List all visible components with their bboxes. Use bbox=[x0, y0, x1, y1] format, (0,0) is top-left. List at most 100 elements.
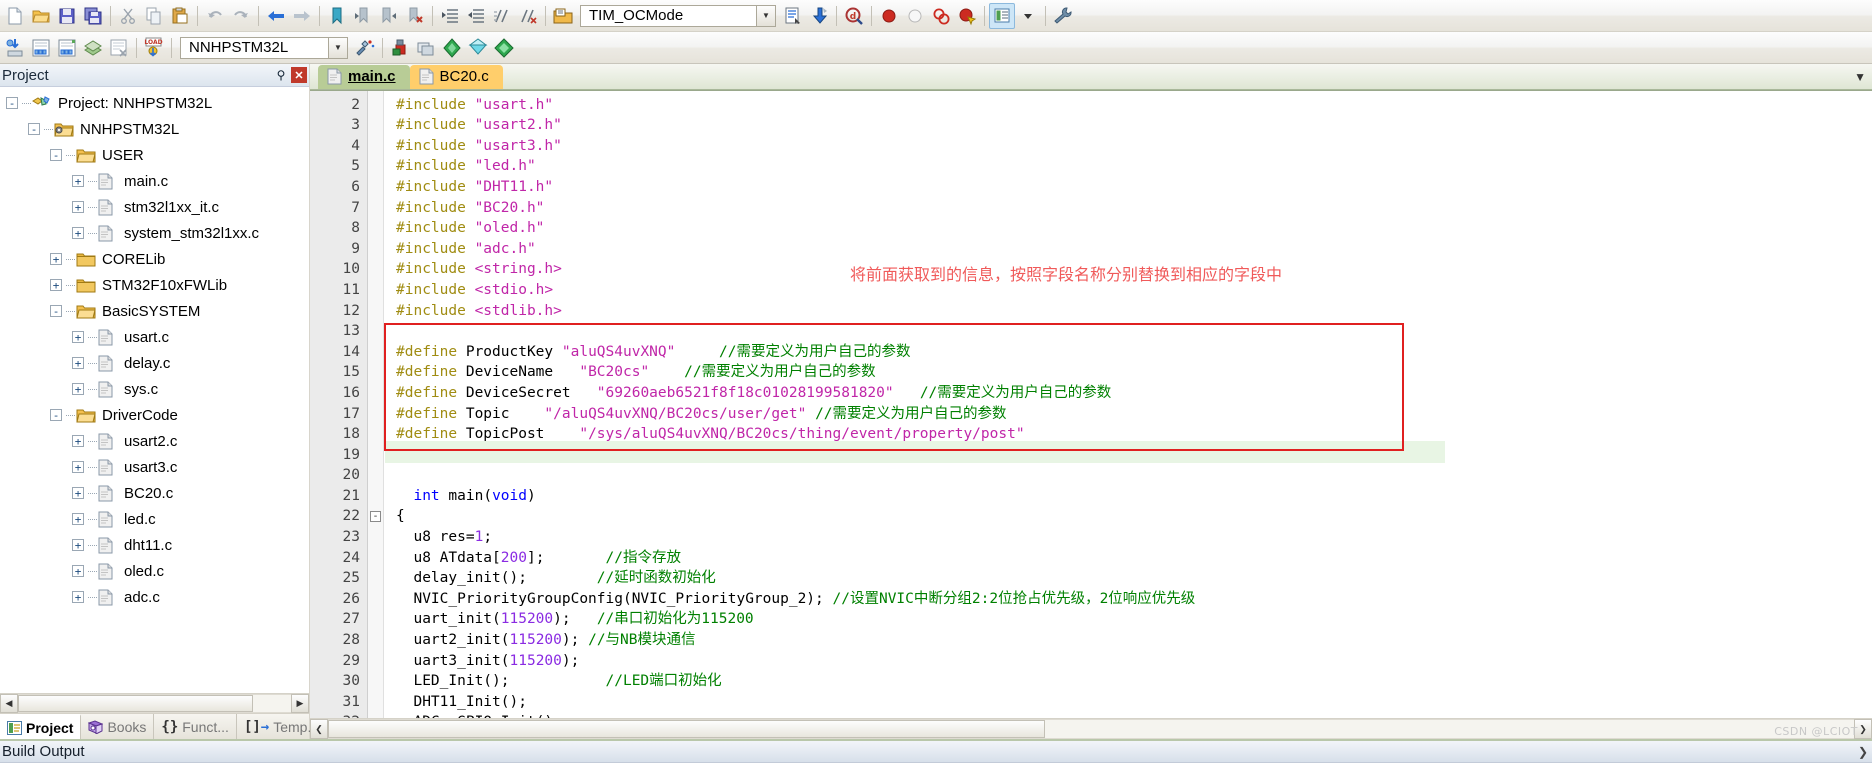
code-text-area[interactable]: #include "usart.h" #include "usart2.h" #in… bbox=[384, 91, 1872, 719]
code-line[interactable]: #include "led.h" bbox=[384, 156, 1872, 177]
scroll-thumb[interactable] bbox=[328, 720, 1046, 738]
code-line[interactable]: NVIC_PriorityGroupConfig(NVIC_PriorityGr… bbox=[384, 589, 1872, 610]
code-line[interactable]: #define Topic "/aluQS4uvXNQ/BC20cs/user/… bbox=[384, 404, 1872, 425]
project-diamond-icon[interactable] bbox=[491, 35, 517, 61]
uncomment-icon[interactable] bbox=[515, 3, 541, 29]
project-tab-funct[interactable]: {} Funct... bbox=[154, 714, 237, 739]
scroll-left-arrow-icon[interactable]: ◀ bbox=[0, 694, 18, 713]
project-tab-books[interactable]: Books bbox=[81, 714, 155, 739]
tree-item-sys-c[interactable]: + sys.c bbox=[0, 376, 309, 402]
layout-dropdown-arrow-icon[interactable] bbox=[1015, 3, 1041, 29]
navigate-back-icon[interactable] bbox=[263, 3, 289, 29]
bookmark-clear-icon[interactable] bbox=[402, 3, 428, 29]
tree-item-drivercode[interactable]: - DriverCode bbox=[0, 402, 309, 428]
code-line[interactable]: uart_init(115200); //串口初始化为115200 bbox=[384, 609, 1872, 630]
expand-toggle-icon[interactable]: + bbox=[72, 487, 84, 499]
indent-decrease-icon[interactable] bbox=[463, 3, 489, 29]
manage-project-items-icon[interactable] bbox=[387, 35, 413, 61]
expand-toggle-icon[interactable]: + bbox=[72, 539, 84, 551]
tree-item-system-stm32l1xx-c[interactable]: + system_stm32l1xx.c bbox=[0, 220, 309, 246]
editor-tab-bc20-c[interactable]: BC20.c bbox=[409, 64, 503, 89]
project-pane-tabs[interactable]: Project Books{} Funct... []→ Temp... bbox=[0, 713, 328, 739]
download-icon[interactable] bbox=[806, 3, 832, 29]
code-line[interactable] bbox=[384, 465, 1872, 486]
tree-item-basicsystem[interactable]: - BasicSYSTEM bbox=[0, 298, 309, 324]
pack-installer-icon[interactable] bbox=[439, 35, 465, 61]
multi-project-icon[interactable] bbox=[465, 35, 491, 61]
navigate-forward-icon[interactable] bbox=[289, 3, 315, 29]
tree-item-nnhpstm32l[interactable]: - NNHPSTM32L bbox=[0, 116, 309, 142]
close-icon[interactable]: ✕ bbox=[291, 67, 307, 83]
code-line[interactable]: LED_Init(); //LED端口初始化 bbox=[384, 671, 1872, 692]
code-line[interactable]: #include "usart2.h" bbox=[384, 115, 1872, 136]
collapse-toggle-icon[interactable]: - bbox=[50, 149, 62, 161]
breakpoint-insert-icon[interactable] bbox=[876, 3, 902, 29]
project-tree-hscrollbar[interactable]: ◀ ▶ bbox=[0, 693, 309, 713]
save-icon[interactable] bbox=[54, 3, 80, 29]
target-options-icon[interactable] bbox=[352, 35, 378, 61]
expand-toggle-icon[interactable]: + bbox=[72, 461, 84, 473]
window-layout-icon[interactable] bbox=[989, 2, 1015, 29]
scroll-track[interactable] bbox=[328, 719, 1854, 739]
save-all-icon[interactable] bbox=[80, 3, 106, 29]
tree-item-project-nnhpstm32l[interactable]: - Project: NNHPSTM32L bbox=[0, 90, 309, 116]
expand-toggle-icon[interactable]: + bbox=[72, 175, 84, 187]
breakpoint-disable-all-icon[interactable] bbox=[928, 3, 954, 29]
batch-build-icon[interactable] bbox=[54, 35, 80, 61]
tree-item-stm32f10xfwlib[interactable]: + STM32F10xFWLib bbox=[0, 272, 309, 298]
indent-increase-icon[interactable] bbox=[437, 3, 463, 29]
project-tree[interactable]: - Project: NNHPSTM32L - NNHPSTM32L - USER + mai… bbox=[0, 87, 309, 693]
bookmark-prev-icon[interactable] bbox=[350, 3, 376, 29]
code-line[interactable]: #include "BC20.h" bbox=[384, 198, 1872, 219]
chevron-right-icon[interactable]: ❯ bbox=[1858, 745, 1868, 759]
expand-toggle-icon[interactable]: + bbox=[50, 279, 62, 291]
breakpoint-kill-all-icon[interactable] bbox=[954, 3, 980, 29]
configure-icon[interactable] bbox=[1050, 3, 1076, 29]
paste-icon[interactable] bbox=[167, 3, 193, 29]
breakpoint-enable-icon[interactable] bbox=[902, 3, 928, 29]
code-line[interactable]: u8 res=1; bbox=[384, 527, 1872, 548]
code-line[interactable]: DHT11_Init(); bbox=[384, 692, 1872, 713]
editor-tab-main-c[interactable]: main.c bbox=[318, 64, 410, 89]
code-line[interactable]: #include "DHT11.h" bbox=[384, 177, 1872, 198]
chevron-down-icon[interactable]: ▼ bbox=[756, 5, 775, 26]
project-tab-project[interactable]: Project bbox=[0, 714, 82, 739]
pin-icon[interactable]: ⚲ bbox=[273, 67, 289, 83]
tree-item-dht11-c[interactable]: + dht11.c bbox=[0, 532, 309, 558]
expand-toggle-icon[interactable]: + bbox=[72, 565, 84, 577]
undo-icon[interactable] bbox=[202, 3, 228, 29]
editor-hscrollbar[interactable]: ❮ ❯ bbox=[310, 718, 1872, 739]
code-line[interactable]: #include "adc.h" bbox=[384, 239, 1872, 260]
stop-build-icon[interactable] bbox=[106, 35, 132, 61]
tree-item-usart2-c[interactable]: + usart2.c bbox=[0, 428, 309, 454]
code-line[interactable]: ADCx_GPIO_Init(); bbox=[384, 712, 1872, 718]
collapse-toggle-icon[interactable]: - bbox=[50, 305, 62, 317]
code-line[interactable]: #define TopicPost "/sys/aluQS4uvXNQ/BC20… bbox=[384, 424, 1872, 445]
copy-icon[interactable] bbox=[141, 3, 167, 29]
chevron-down-icon[interactable]: ▼ bbox=[1854, 70, 1866, 84]
tree-item-bc20-c[interactable]: + BC20.c bbox=[0, 480, 309, 506]
collapse-toggle-icon[interactable]: - bbox=[6, 97, 18, 109]
redo-icon[interactable] bbox=[228, 3, 254, 29]
tree-item-corelib[interactable]: + CORELib bbox=[0, 246, 309, 272]
expand-toggle-icon[interactable]: + bbox=[72, 435, 84, 447]
code-line[interactable]: #include <stdlib.h> bbox=[384, 301, 1872, 322]
new-file-icon[interactable] bbox=[2, 3, 28, 29]
code-line[interactable]: uart2_init(115200); //与NB模块通信 bbox=[384, 630, 1872, 651]
code-line[interactable]: #define DeviceSecret "69260aeb6521f8f18c… bbox=[384, 383, 1872, 404]
open-file-icon[interactable] bbox=[28, 3, 54, 29]
code-fold-column[interactable]: - bbox=[368, 90, 384, 719]
tree-item-delay-c[interactable]: + delay.c bbox=[0, 350, 309, 376]
bookmark-next-icon[interactable] bbox=[376, 3, 402, 29]
tree-item-stm32l1xx-it-c[interactable]: + stm32l1xx_it.c bbox=[0, 194, 309, 220]
target-combo[interactable]: NNHPSTM32L ▼ bbox=[180, 36, 348, 59]
scroll-track[interactable] bbox=[18, 694, 291, 713]
tree-item-usart-c[interactable]: + usart.c bbox=[0, 324, 309, 350]
debug-start-icon[interactable]: d bbox=[841, 3, 867, 29]
expand-toggle-icon[interactable]: + bbox=[72, 201, 84, 213]
expand-toggle-icon[interactable]: + bbox=[72, 331, 84, 343]
translate-icon[interactable] bbox=[80, 35, 106, 61]
code-line[interactable]: uart3_init(115200); bbox=[384, 651, 1872, 672]
collapse-toggle-icon[interactable]: - bbox=[50, 409, 62, 421]
scroll-thumb[interactable] bbox=[18, 695, 253, 712]
